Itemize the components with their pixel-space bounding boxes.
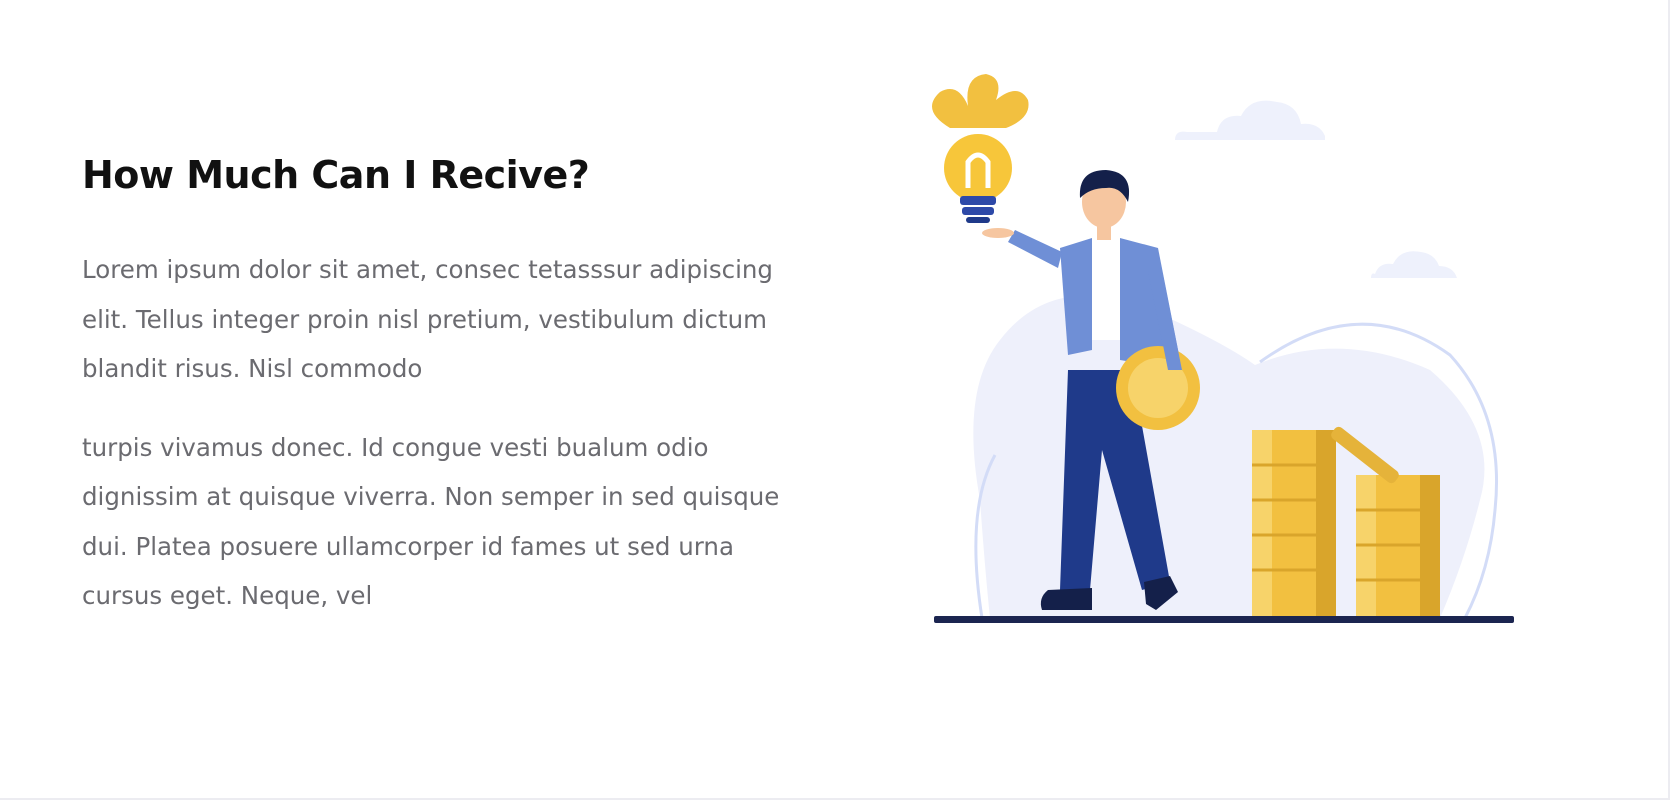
cloud-icon [1371,251,1457,278]
ground-line [934,616,1514,623]
section-title: How Much Can I Recive? [82,153,590,197]
illustration-svg [932,74,1514,623]
section-paragraph-2: turpis vivamus donec. Id congue vesti bu… [82,432,780,611]
coin-stack-left [1252,430,1336,616]
section-paragraph-1: Lorem ipsum dolor sit amet, consec tetas… [82,255,773,383]
text-column: How Much Can I Recive? Lorem ipsum dolor… [82,145,802,621]
lightbulb-icon [932,74,1029,223]
man-with-lightbulb-and-coins-illustration [920,70,1550,630]
cloud-icon [1175,100,1325,140]
